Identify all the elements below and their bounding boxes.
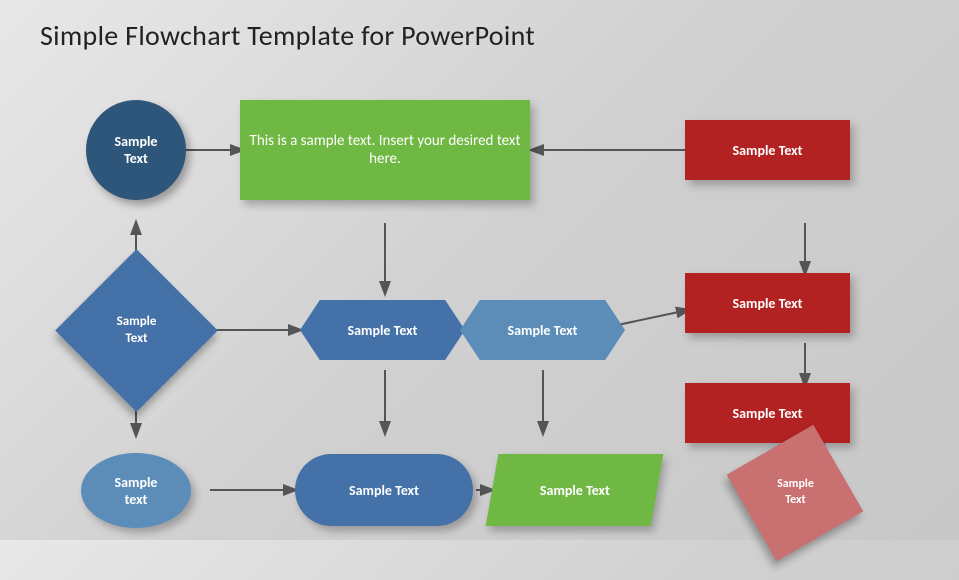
pink-diamond-label: Sample Text xyxy=(777,477,814,508)
shape-oval: Sample text xyxy=(81,453,191,528)
red-top-label: Sample Text xyxy=(733,142,803,159)
shape-diamond1: Sample Text xyxy=(79,273,194,388)
shape-pink-diamond: Sample Text xyxy=(734,432,856,554)
blue-hex2-label: Sample Text xyxy=(508,322,578,339)
green-banner-label: This is a sample text. Insert your desir… xyxy=(240,132,530,168)
shape-blue-hex1: Sample Text xyxy=(300,300,465,360)
blue-hex1-label: Sample Text xyxy=(348,322,418,339)
red-mid-label: Sample Text xyxy=(733,295,803,312)
shape-green-para: Sample Text xyxy=(486,454,664,526)
shape-blue-rounded: Sample Text xyxy=(295,454,473,526)
flowchart-canvas: Sample Text This is a sample text. Inser… xyxy=(30,75,930,525)
oval-label: Sample text xyxy=(115,474,158,508)
red-bot-label: Sample Text xyxy=(733,405,803,422)
diamond1-label: Sample Text xyxy=(117,314,157,348)
shape-circle: Sample Text xyxy=(86,100,186,200)
green-para-label: Sample Text xyxy=(540,482,610,499)
shape-blue-hex2: Sample Text xyxy=(460,300,625,360)
shape-red-mid: Sample Text xyxy=(685,273,850,333)
shape-green-banner: This is a sample text. Insert your desir… xyxy=(240,100,530,200)
blue-rounded-label: Sample Text xyxy=(349,482,419,499)
circle-label: Sample Text xyxy=(115,133,158,167)
shape-red-top: Sample Text xyxy=(685,120,850,180)
page-title: Simple Flowchart Template for PowerPoint xyxy=(40,18,535,53)
